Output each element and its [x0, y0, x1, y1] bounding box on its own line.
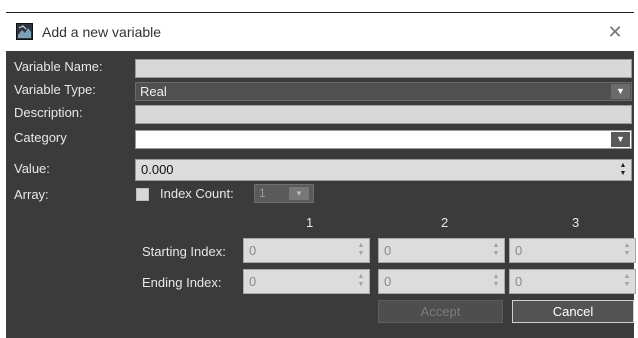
variable-type-label: Variable Type:: [14, 82, 96, 97]
chevron-down-icon[interactable]: ▼: [289, 187, 309, 200]
dialog-body: Variable Name: Variable Type: Real ▼ Des…: [6, 51, 636, 338]
value-text: 0.000: [141, 162, 174, 177]
spin-icon[interactable]: ▲ ▼: [622, 242, 632, 259]
spin-icon[interactable]: ▲ ▼: [622, 273, 632, 290]
variable-name-input[interactable]: [135, 59, 632, 78]
variable-type-select[interactable]: Real ▼: [135, 82, 632, 101]
index-count-select[interactable]: 1 ▼: [254, 184, 314, 203]
array-checkbox[interactable]: [136, 188, 149, 201]
spin-icon[interactable]: ▲ ▼: [356, 242, 366, 259]
value-input[interactable]: 0.000 ▲ ▼: [135, 159, 632, 181]
close-icon[interactable]: ✕: [602, 19, 628, 45]
starting-index-2-input[interactable]: 0 ▲ ▼: [378, 238, 505, 263]
starting-index-3-input[interactable]: 0 ▲ ▼: [509, 238, 636, 263]
ending-index-label: Ending Index:: [142, 275, 222, 290]
dialog-title: Add a new variable: [42, 24, 162, 40]
chevron-down-icon[interactable]: ▼: [611, 84, 630, 99]
description-input[interactable]: [135, 105, 632, 124]
ending-index-2-input[interactable]: 0 ▲ ▼: [378, 269, 505, 294]
category-label: Category: [14, 130, 67, 145]
cancel-button[interactable]: Cancel: [512, 300, 634, 323]
variable-name-label: Variable Name:: [14, 59, 103, 74]
starting-index-1-input[interactable]: 0 ▲ ▼: [243, 238, 370, 263]
index-count-label: Index Count:: [160, 186, 234, 201]
app-icon: [16, 23, 33, 40]
ending-index-3-value: 0: [515, 274, 523, 289]
array-label: Array:: [14, 187, 49, 202]
spin-icon[interactable]: ▲ ▼: [491, 273, 501, 290]
starting-index-label: Starting Index:: [142, 244, 226, 259]
column-header-1: 1: [306, 215, 314, 230]
chevron-down-icon[interactable]: ▼: [611, 132, 630, 147]
spin-icon[interactable]: ▲ ▼: [618, 162, 628, 178]
index-count-value: 1: [259, 186, 266, 200]
add-variable-dialog: Add a new variable ✕ Variable Name: Vari…: [6, 12, 636, 338]
variable-type-value: Real: [140, 84, 167, 99]
ending-index-1-value: 0: [249, 274, 257, 289]
dialog-titlebar: Add a new variable ✕: [6, 12, 634, 52]
starting-index-3-value: 0: [515, 243, 523, 258]
accept-button[interactable]: Accept: [378, 300, 503, 323]
ending-index-1-input[interactable]: 0 ▲ ▼: [243, 269, 370, 294]
value-label: Value:: [14, 161, 50, 176]
starting-index-2-value: 0: [384, 243, 392, 258]
column-header-3: 3: [572, 215, 580, 230]
ending-index-3-input[interactable]: 0 ▲ ▼: [509, 269, 636, 294]
description-label: Description:: [14, 105, 83, 120]
starting-index-1-value: 0: [249, 243, 257, 258]
category-select[interactable]: ▼: [135, 130, 632, 149]
spin-icon[interactable]: ▲ ▼: [491, 242, 501, 259]
spin-icon[interactable]: ▲ ▼: [356, 273, 366, 290]
ending-index-2-value: 0: [384, 274, 392, 289]
column-header-2: 2: [441, 215, 449, 230]
